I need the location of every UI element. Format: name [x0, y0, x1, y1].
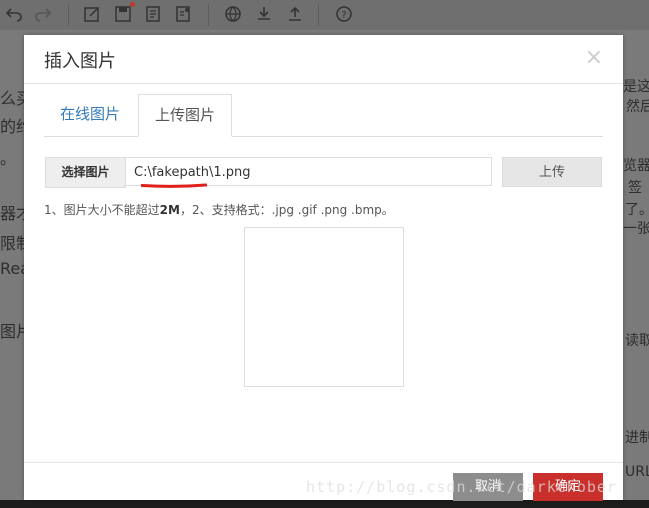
- insert-image-dialog: 插入图片 × 在线图片 上传图片 选择图片 C:\fakepath\1.png …: [24, 35, 623, 500]
- image-source-tabs: 在线图片 上传图片: [44, 94, 603, 137]
- image-preview-box: [244, 227, 404, 387]
- dialog-title: 插入图片: [44, 51, 116, 72]
- download-icon[interactable]: [254, 5, 274, 25]
- tab-upload-image[interactable]: 上传图片: [138, 94, 233, 137]
- redo-icon[interactable]: [33, 5, 53, 25]
- choose-image-button[interactable]: 选择图片: [45, 157, 126, 188]
- background-text: 进制: [625, 430, 649, 446]
- close-icon[interactable]: ×: [585, 45, 603, 70]
- document-icon[interactable]: [143, 5, 163, 25]
- background-text: 了。: [625, 202, 649, 218]
- hint-suffix: ，2、支持格式：.jpg .gif .png .bmp。: [179, 203, 394, 217]
- background-text: 。: [0, 149, 17, 168]
- file-path-field[interactable]: C:\fakepath\1.png: [124, 157, 492, 186]
- red-underline-annotation: [141, 183, 207, 188]
- background-text: URL: [625, 464, 649, 480]
- unsaved-indicator-icon: [130, 2, 135, 7]
- background-text: 是这么: [623, 79, 649, 95]
- dialog-header: 插入图片 ×: [24, 35, 623, 84]
- help-icon[interactable]: ?: [334, 5, 354, 25]
- settings-document-icon[interactable]: [173, 5, 193, 25]
- tab-online-image[interactable]: 在线图片: [44, 94, 136, 135]
- upload-hint: 1、图片大小不能超过2M，2、支持格式：.jpg .gif .png .bmp。: [44, 201, 394, 218]
- background-text: 签: [628, 180, 642, 196]
- upload-icon[interactable]: [285, 5, 305, 25]
- background-text: 然后: [626, 99, 649, 115]
- watermark: http://blog.csdn.net/darkchober: [306, 478, 617, 496]
- background-text: 览器: [623, 158, 649, 174]
- toolbar-divider: [68, 4, 69, 26]
- taskbar-strip: [0, 500, 649, 508]
- edit-icon[interactable]: [82, 5, 102, 25]
- hint-prefix: 1、图片大小不能超过: [44, 203, 160, 217]
- undo-icon[interactable]: [4, 5, 24, 25]
- svg-text:?: ?: [341, 10, 346, 21]
- background-text: 读取: [625, 333, 649, 349]
- toolbar-divider: [208, 4, 209, 26]
- globe-icon[interactable]: [223, 5, 243, 25]
- hint-size: 2M: [159, 203, 180, 217]
- editor-toolbar: ?: [0, 0, 649, 30]
- upload-button[interactable]: 上传: [502, 157, 602, 187]
- save-icon[interactable]: [113, 5, 133, 25]
- toolbar-divider: [318, 4, 319, 26]
- background-text: 一张图: [623, 221, 649, 237]
